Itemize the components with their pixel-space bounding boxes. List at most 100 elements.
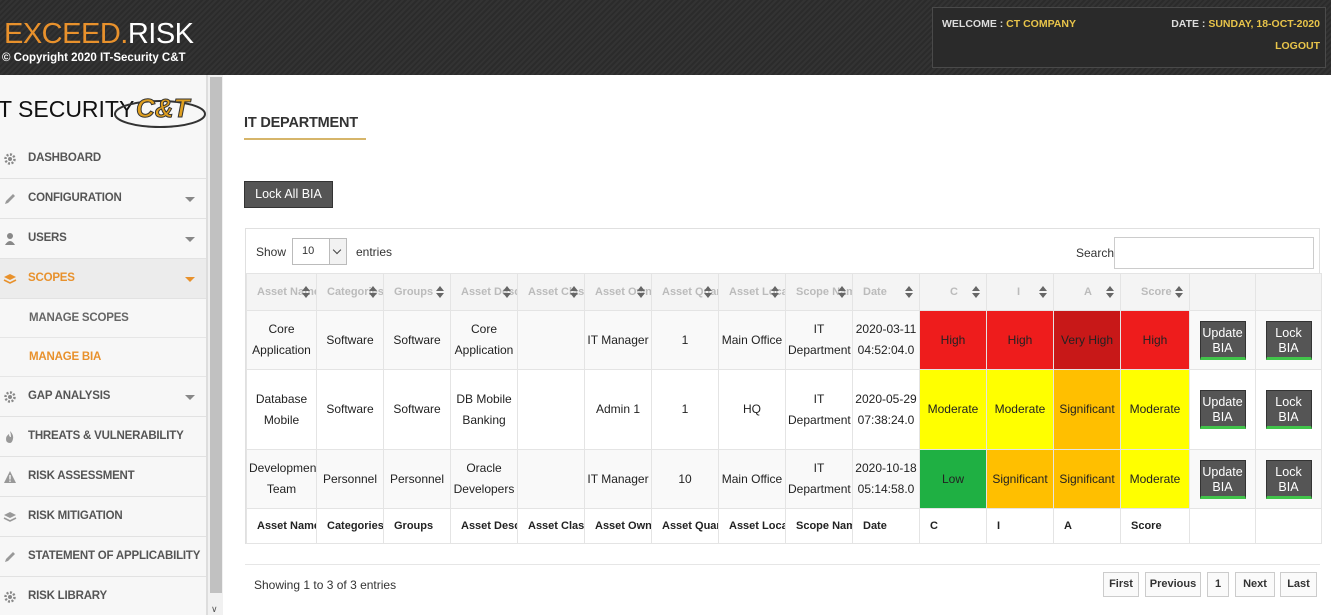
- column-header-groups[interactable]: Groups: [383, 273, 451, 311]
- search-input[interactable]: [1114, 237, 1314, 269]
- footer-asset-description: Asset Description: [450, 508, 518, 544]
- lock-bia-button[interactable]: Lock BIA: [1265, 390, 1312, 429]
- cell-quantity: 1: [651, 369, 719, 450]
- cell-i-rating: High: [986, 310, 1054, 370]
- column-header-update-action: [1189, 273, 1256, 311]
- cell-scope: IT Department: [785, 310, 853, 370]
- cell-update-action: Update BIA: [1189, 449, 1256, 509]
- cell-date: 2020-10-18 05:14:58.0: [852, 449, 920, 509]
- sidebar-item-gap-analysis[interactable]: GAP ANALYSIS: [0, 377, 206, 417]
- column-header-c[interactable]: C: [919, 273, 987, 311]
- cell-location: Main Office: [718, 310, 786, 370]
- cell-description: Oracle Developers: [450, 449, 518, 509]
- sort-icon: [1039, 286, 1047, 300]
- scroll-down-arrow-icon[interactable]: ∨: [211, 604, 218, 615]
- table-row: Development Team Personnel Personnel Ora…: [246, 449, 1322, 509]
- update-bia-button[interactable]: Update BIA: [1199, 320, 1246, 360]
- logo-text: T SECURITY: [0, 96, 134, 122]
- footer-update-action: [1189, 508, 1256, 544]
- fire-icon: [6, 431, 14, 443]
- table-row: Database Mobile Software Software DB Mob…: [246, 369, 1322, 450]
- pagination-last-button[interactable]: Last: [1280, 572, 1317, 597]
- update-bia-button[interactable]: Update BIA: [1199, 390, 1246, 429]
- sidebar-item-label: USERS: [28, 232, 67, 244]
- pagination-previous-button[interactable]: Previous: [1145, 572, 1201, 597]
- gear-icon: [4, 391, 16, 403]
- sort-icon: [436, 286, 444, 300]
- sidebar: T SECURITY C&T DASHBOARD CONFIGURATION U…: [0, 75, 207, 615]
- date-value: SUNDAY, 18-OCT-2020: [1208, 18, 1320, 30]
- sidebar-item-risk-assessment[interactable]: RISK ASSESSMENT: [0, 457, 206, 497]
- cell-asset-name: Development Team: [246, 449, 317, 509]
- sidebar-item-risk-mitigation[interactable]: RISK MITIGATION: [0, 497, 206, 537]
- brand-part1: EXCEED.: [4, 18, 128, 50]
- sidebar-item-configuration[interactable]: CONFIGURATION: [0, 179, 206, 219]
- table-row: Core Application Software Software Core …: [246, 310, 1322, 370]
- lock-all-bia-button[interactable]: Lock All BIA: [244, 181, 333, 208]
- column-header-i[interactable]: I: [986, 273, 1054, 311]
- column-header-asset-description[interactable]: Asset Description: [450, 273, 518, 311]
- column-header-date[interactable]: Date: [852, 273, 920, 311]
- sidebar-item-label: RISK ASSESSMENT: [28, 470, 135, 482]
- cell-categories: Personnel: [316, 449, 384, 509]
- sort-icon: [302, 286, 310, 300]
- cell-classification: [517, 449, 585, 509]
- column-header-asset-name[interactable]: Asset Name: [246, 273, 317, 311]
- sidebar-item-scopes[interactable]: SCOPES: [0, 259, 206, 299]
- sidebar-scrollbar-thumb[interactable]: [210, 77, 222, 593]
- cell-update-action: Update BIA: [1189, 310, 1256, 370]
- cell-owner: IT Manager: [584, 449, 652, 509]
- sort-icon: [704, 286, 712, 300]
- logout-link[interactable]: LOGOUT: [1275, 40, 1320, 52]
- update-bia-button[interactable]: Update BIA: [1199, 459, 1246, 499]
- pagination-page-1-button[interactable]: 1: [1207, 572, 1229, 597]
- sidebar-scrollbar[interactable]: ∨: [207, 75, 223, 615]
- sort-icon: [1106, 286, 1114, 300]
- pagination-first-button[interactable]: First: [1103, 572, 1139, 597]
- cell-a-rating: Significant: [1053, 449, 1121, 509]
- sidebar-subitem-manage-scopes[interactable]: MANAGE SCOPES: [0, 299, 206, 338]
- entries-per-page-select[interactable]: 10: [292, 238, 347, 265]
- cell-groups: Software: [383, 310, 451, 370]
- column-header-asset-classification[interactable]: Asset Classification: [517, 273, 585, 311]
- user-info-box: WELCOME : CT COMPANY DATE : SUNDAY, 18-O…: [932, 7, 1326, 68]
- welcome-label: WELCOME :: [942, 18, 1007, 30]
- footer-asset-quantity: Asset Quantity: [651, 508, 719, 544]
- column-header-asset-quantity[interactable]: Asset Quantity: [651, 273, 719, 311]
- column-header-asset-location[interactable]: Asset Location: [718, 273, 786, 311]
- brand-part2: RISK: [127, 18, 194, 50]
- entries-label: entries: [356, 245, 393, 259]
- sidebar-item-dashboard[interactable]: DASHBOARD: [0, 139, 206, 179]
- user-icon: [5, 233, 15, 245]
- sidebar-subitem-manage-bia[interactable]: MANAGE BIA: [0, 338, 206, 377]
- sort-icon: [972, 286, 980, 300]
- sidebar-item-threats[interactable]: THREATS & VULNERABILITY: [0, 417, 206, 457]
- lock-bia-button[interactable]: Lock BIA: [1265, 459, 1312, 499]
- footer-asset-location: Asset Location: [718, 508, 786, 544]
- column-header-asset-owner[interactable]: Asset Owner: [584, 273, 652, 311]
- column-header-categories[interactable]: Categories: [316, 273, 384, 311]
- top-header: EXCEED.RISK © Copyright 2020 IT-Security…: [0, 0, 1331, 75]
- cell-classification: [517, 310, 585, 370]
- cell-date: 2020-03-11 04:52:04.0: [852, 310, 920, 370]
- page-title: IT DEPARTMENT: [244, 115, 358, 131]
- layers-icon: [3, 512, 17, 522]
- column-header-score[interactable]: Score: [1120, 273, 1190, 311]
- lock-bia-button[interactable]: Lock BIA: [1265, 320, 1312, 360]
- pencil-icon: [5, 552, 15, 562]
- sidebar-item-statement-of-applicability[interactable]: STATEMENT OF APPLICABILITY: [0, 537, 206, 577]
- column-header-scope-name[interactable]: Scope Name: [785, 273, 853, 311]
- cell-lock-action: Lock BIA: [1255, 369, 1322, 450]
- pagination-next-button[interactable]: Next: [1235, 572, 1275, 597]
- footer-scope-name: Scope Name: [785, 508, 853, 544]
- sidebar-item-users[interactable]: USERS: [0, 219, 206, 259]
- sidebar-item-label: DASHBOARD: [28, 152, 101, 164]
- date-label: DATE :: [1171, 18, 1209, 30]
- column-header-a[interactable]: A: [1053, 273, 1121, 311]
- sidebar-item-label: CONFIGURATION: [28, 192, 122, 204]
- sort-icon: [369, 286, 377, 300]
- chevron-down-icon: [185, 197, 195, 202]
- column-header-lock-action: [1255, 273, 1322, 311]
- cell-c-rating: Low: [919, 449, 987, 509]
- sidebar-item-risk-library[interactable]: RISK LIBRARY: [0, 577, 206, 615]
